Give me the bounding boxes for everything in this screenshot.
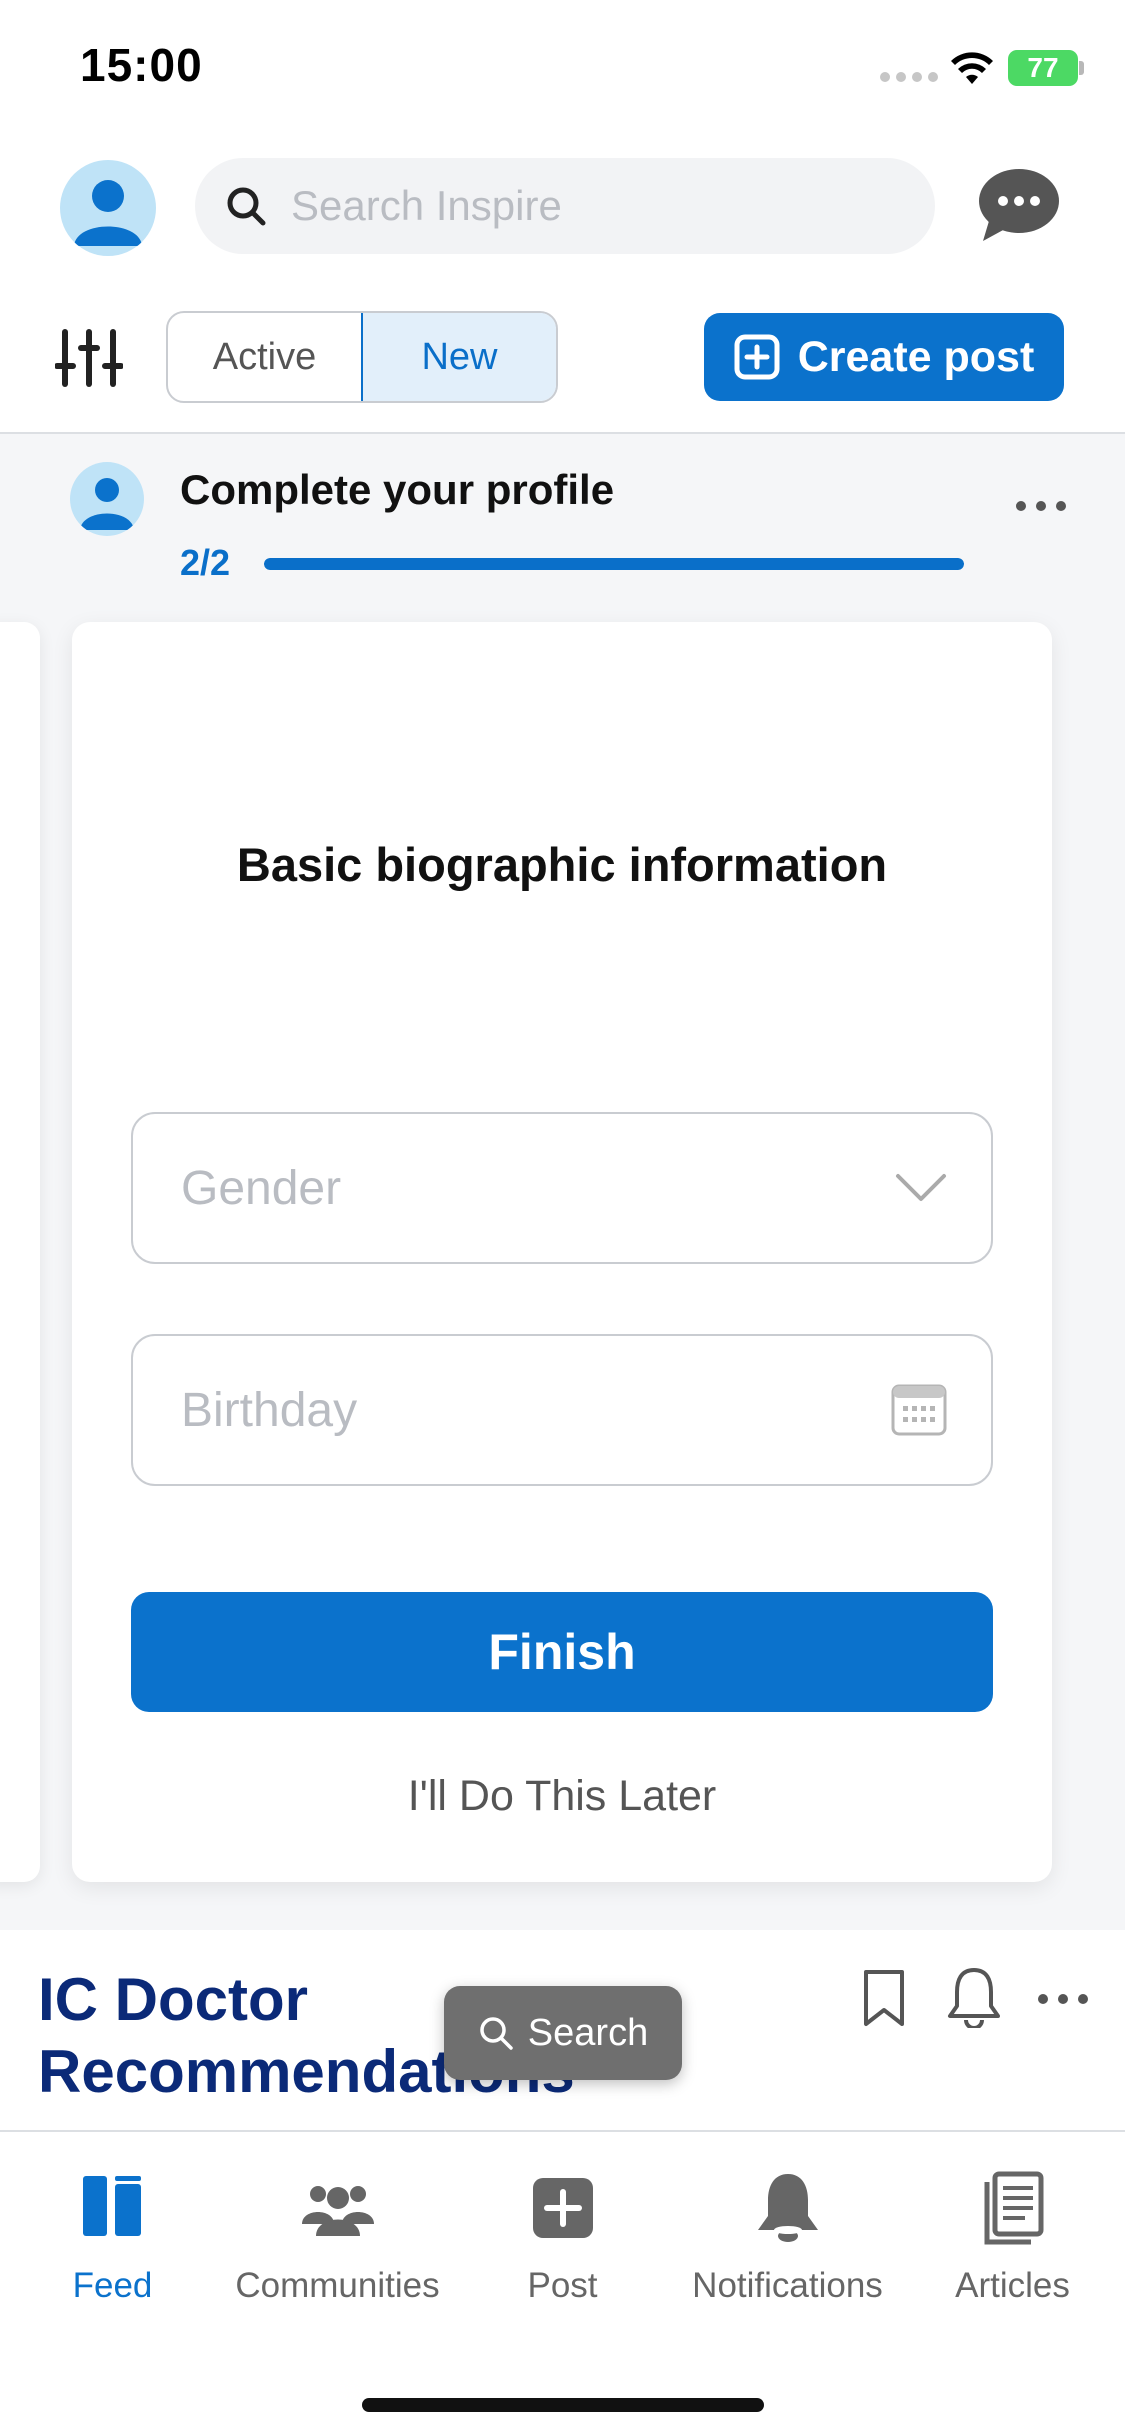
plus-square-icon: [734, 334, 780, 380]
tab-post[interactable]: Post: [450, 2168, 675, 2306]
tab-feed[interactable]: Feed: [0, 2168, 225, 2306]
cellular-signal-icon: [880, 72, 938, 82]
communities-icon: [301, 2186, 374, 2236]
wifi-icon: [951, 52, 993, 84]
post-icon: [532, 2178, 593, 2238]
filter-new-button[interactable]: New: [361, 313, 556, 401]
gender-placeholder: Gender: [181, 1161, 342, 1215]
battery-icon: 77: [1008, 50, 1078, 86]
bookmark-icon[interactable]: [862, 1968, 906, 2028]
feed-filter-toggle: Active New: [166, 311, 558, 403]
feed-icon: [82, 2176, 141, 2236]
tab-feed-label: Feed: [72, 2266, 153, 2305]
tab-articles-label: Articles: [955, 2266, 1070, 2305]
person-icon: [80, 478, 134, 530]
battery-tip: [1079, 61, 1084, 75]
card-title: Basic biographic information: [236, 838, 888, 891]
section-more-icon[interactable]: [1038, 1986, 1094, 2012]
tab-notifications[interactable]: Notifications: [675, 2168, 900, 2306]
search-bar[interactable]: [195, 158, 935, 254]
search-icon: [227, 187, 266, 226]
home-indicator[interactable]: [362, 2398, 764, 2412]
profile-progress-count: 2/2: [180, 542, 231, 583]
person-icon: [74, 180, 142, 246]
profile-completion-title: Complete your profile: [180, 466, 615, 513]
finish-button[interactable]: Finish: [131, 1592, 993, 1712]
bottom-tab-bar: Feed Communities Post Notifications Arti…: [0, 2130, 1125, 2436]
bell-icon[interactable]: [945, 1966, 1003, 2028]
search-input[interactable]: [291, 182, 891, 230]
floating-search-label: Search: [527, 2011, 649, 2054]
status-bar: 15:00 77: [0, 0, 1125, 140]
battery-level: 77: [1027, 52, 1059, 83]
tab-communities[interactable]: Communities: [225, 2168, 450, 2306]
articles-icon: [984, 2171, 1043, 2245]
profile-progress-bar: [264, 558, 964, 570]
create-post-button[interactable]: Create post: [704, 313, 1064, 401]
tab-communities-label: Communities: [235, 2266, 440, 2305]
chat-icon[interactable]: [975, 165, 1060, 245]
chevron-down-icon: [896, 1174, 946, 1201]
section-title[interactable]: IC Doctor Recommendations: [38, 1964, 838, 2108]
filter-active-button[interactable]: Active: [168, 313, 361, 401]
bio-info-card: Basic biographic information Gender Birt…: [72, 622, 1052, 1882]
more-options-icon[interactable]: [1016, 493, 1072, 519]
profile-progress-fill: [264, 558, 964, 570]
floating-search-button[interactable]: Search: [444, 1986, 682, 2080]
tab-articles[interactable]: Articles: [900, 2168, 1125, 2306]
birthday-placeholder: Birthday: [181, 1383, 358, 1437]
tab-notifications-label: Notifications: [692, 2266, 883, 2305]
gender-select[interactable]: Gender: [131, 1112, 993, 1264]
create-post-label: Create post: [797, 332, 1035, 381]
status-time: 15:00: [80, 39, 203, 91]
previous-card[interactable]: [0, 622, 40, 1882]
profile-avatar: [70, 462, 144, 536]
filter-sliders-icon[interactable]: [55, 328, 123, 388]
birthday-field[interactable]: Birthday: [131, 1334, 993, 1486]
calendar-icon: [891, 1384, 947, 1436]
do-later-link[interactable]: I'll Do This Later: [72, 1772, 1052, 1821]
search-icon: [480, 2017, 513, 2050]
user-avatar[interactable]: [60, 160, 156, 256]
tab-post-label: Post: [527, 2266, 598, 2305]
bell-icon: [757, 2174, 818, 2242]
